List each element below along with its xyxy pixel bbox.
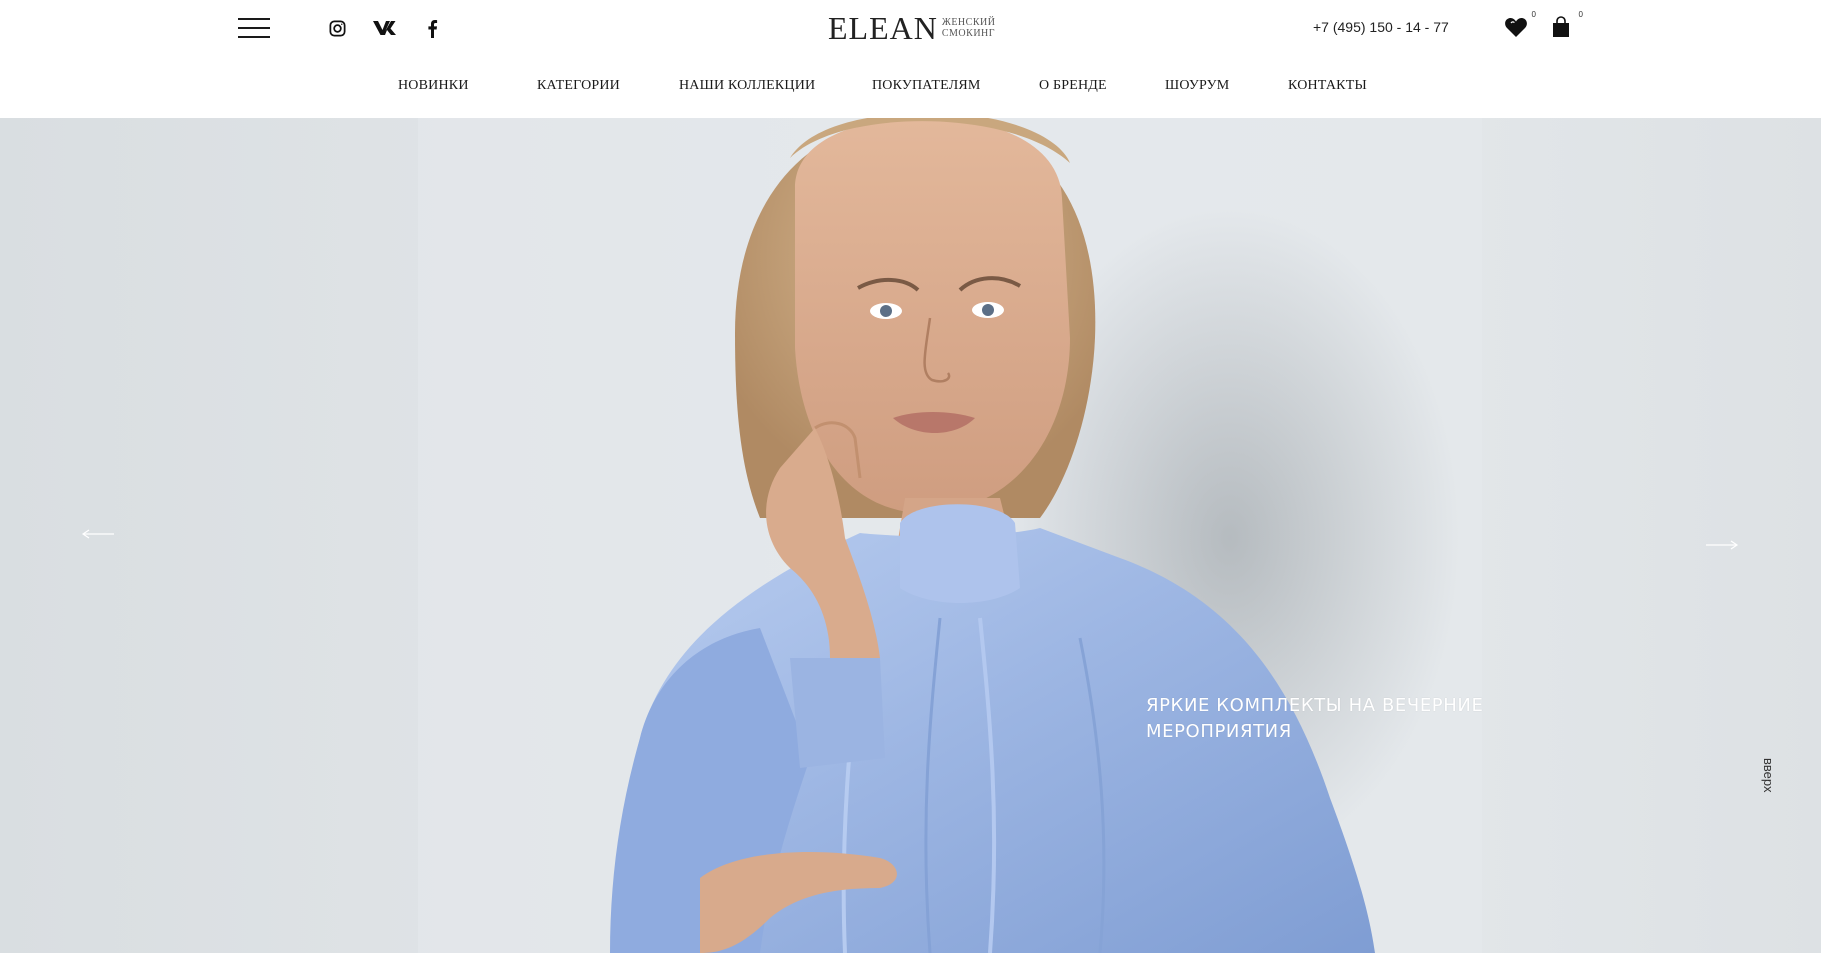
arrow-right-icon (1706, 540, 1739, 550)
scroll-to-top-link[interactable]: вверх (1756, 758, 1776, 818)
shopping-bag-icon (1553, 16, 1569, 37)
logo-tagline: ЖЕНСКИЙ СМОКИНГ (942, 17, 996, 39)
logo-wordmark: ELEAN (828, 10, 938, 46)
menu-burger-icon[interactable] (238, 18, 270, 38)
wishlist-button[interactable]: 0 (1504, 10, 1536, 42)
nav-item-contacts[interactable]: КОНТАКТЫ (1288, 78, 1367, 94)
logo-tagline-line1: ЖЕНСКИЙ (941, 17, 996, 28)
nav-item-new[interactable]: НОВИНКИ (398, 78, 469, 94)
slide-caption-line1: ЯРКИЕ КОМПЛЕКТЫ НА ВЕЧЕРНИЕ (1146, 695, 1484, 716)
cart-button[interactable]: 0 (1551, 10, 1583, 42)
slide-caption[interactable]: ЯРКИЕ КОМПЛЕКТЫ НА ВЕЧЕРНИЕ МЕРОПРИЯТИЯ (1146, 693, 1506, 745)
slide-caption-line2: МЕРОПРИЯТИЯ (1146, 721, 1292, 742)
brand-logo[interactable]: ELEAN ЖЕНСКИЙ СМОКИНГ (828, 10, 995, 46)
nav-item-customers[interactable]: ПОКУПАТЕЛЯМ (872, 78, 981, 94)
logo-tagline-line2: СМОКИНГ (941, 28, 996, 39)
cart-count: 0 (1578, 10, 1583, 19)
nav-item-showroom[interactable]: ШОУРУМ (1165, 78, 1229, 94)
slider-prev-arrow[interactable] (80, 527, 116, 541)
slider-next-arrow[interactable] (1704, 538, 1740, 552)
facebook-icon[interactable] (419, 16, 445, 40)
vk-icon[interactable] (371, 16, 405, 40)
heart-icon (1505, 17, 1527, 37)
arrow-left-icon (81, 529, 114, 539)
instagram-icon[interactable] (324, 16, 350, 40)
nav-item-collections[interactable]: НАШИ КОЛЛЕКЦИИ (679, 78, 815, 94)
nav-item-categories[interactable]: КАТЕГОРИИ (537, 78, 620, 94)
main-nav: НОВИНКИ КАТЕГОРИИ НАШИ КОЛЛЕКЦИИ ПОКУПАТ… (0, 78, 1821, 98)
hero-model-image (418, 118, 1482, 953)
site-header: ELEAN ЖЕНСКИЙ СМОКИНГ +7 (495) 150 - 14 … (0, 0, 1821, 118)
wishlist-count: 0 (1531, 10, 1536, 19)
phone-link[interactable]: +7 (495) 150 - 14 - 77 (1313, 19, 1449, 35)
nav-item-about[interactable]: О БРЕНДЕ (1039, 78, 1107, 94)
hero-slider: ЯРКИЕ КОМПЛЕКТЫ НА ВЕЧЕРНИЕ МЕРОПРИЯТИЯ (0, 118, 1821, 953)
